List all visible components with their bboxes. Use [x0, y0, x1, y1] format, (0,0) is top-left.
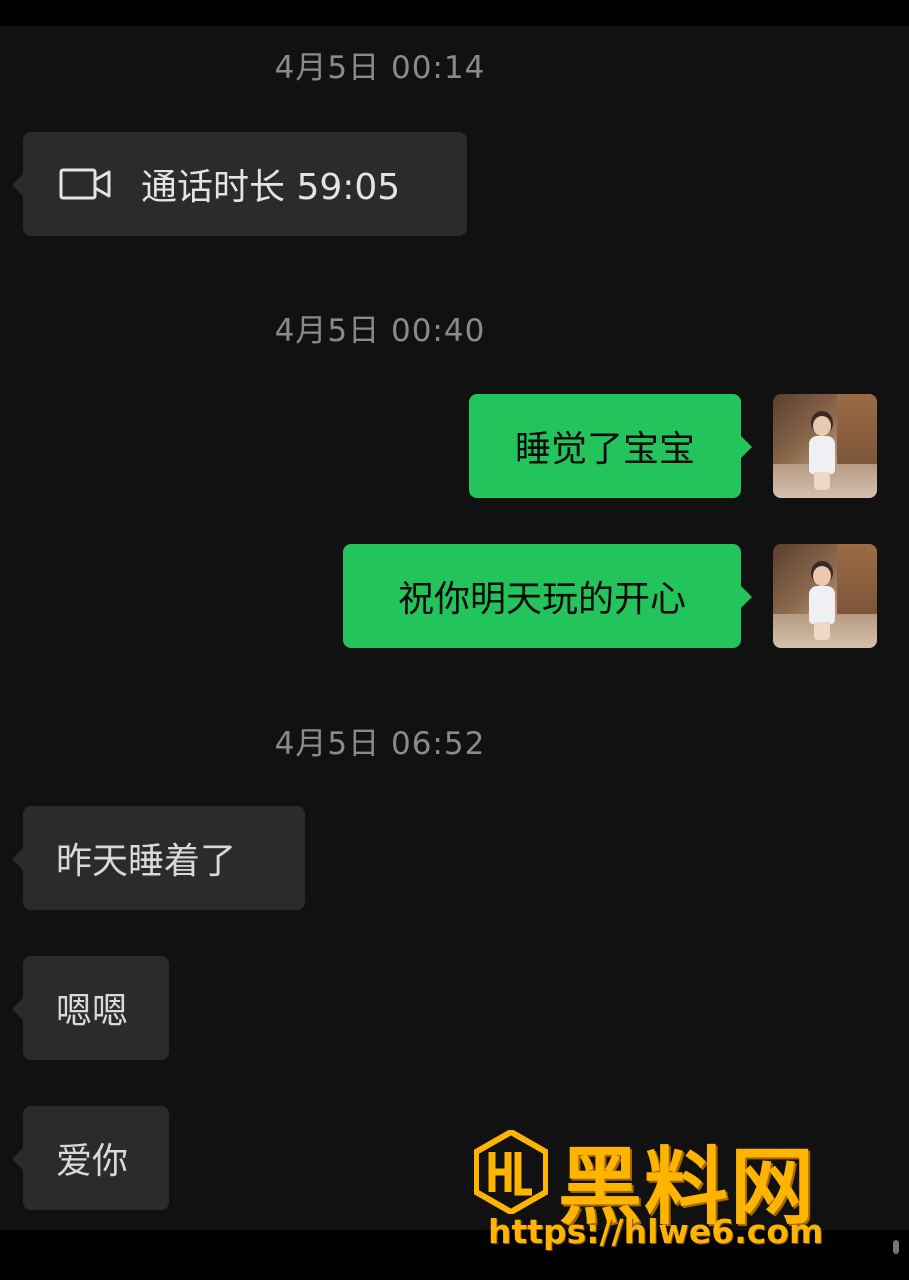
call-record-bubble[interactable]: 通话时长 59:05	[12, 132, 467, 236]
incoming-message[interactable]: 昨天睡着了	[12, 806, 305, 910]
timestamp: 4月5日 06:52	[274, 726, 486, 762]
message-text: 嗯嗯	[56, 991, 129, 1032]
timestamp: 4月5日 00:40	[274, 313, 486, 349]
incoming-message[interactable]: 爱你	[12, 1106, 169, 1210]
call-duration-text: 通话时长 59:05	[141, 167, 401, 208]
timestamp: 4月5日 00:14	[274, 50, 486, 86]
message-text: 昨天睡着了	[56, 841, 237, 882]
message-text: 祝你明天玩的开心	[397, 579, 686, 620]
video-camera-icon	[59, 168, 111, 200]
scrollbar[interactable]	[893, 1240, 899, 1254]
chat-screen[interactable]: 4月5日 00:14 通话时长 59:05 4月5日 00:40 睡觉了宝宝 祝…	[0, 26, 909, 1254]
message-text: 睡觉了宝宝	[514, 429, 695, 470]
incoming-message[interactable]: 嗯嗯	[12, 956, 169, 1060]
outgoing-message[interactable]: 睡觉了宝宝	[469, 394, 752, 498]
watermark-url: https://hlwe6.com	[488, 1212, 824, 1251]
user-avatar[interactable]	[773, 544, 877, 648]
user-avatar[interactable]	[773, 394, 877, 498]
watermark: 黑料网 https://hlwe6.com	[474, 1124, 874, 1264]
message-text: 爱你	[56, 1141, 129, 1182]
outgoing-message[interactable]: 祝你明天玩的开心	[343, 544, 752, 648]
hl-logo-icon	[474, 1130, 548, 1214]
